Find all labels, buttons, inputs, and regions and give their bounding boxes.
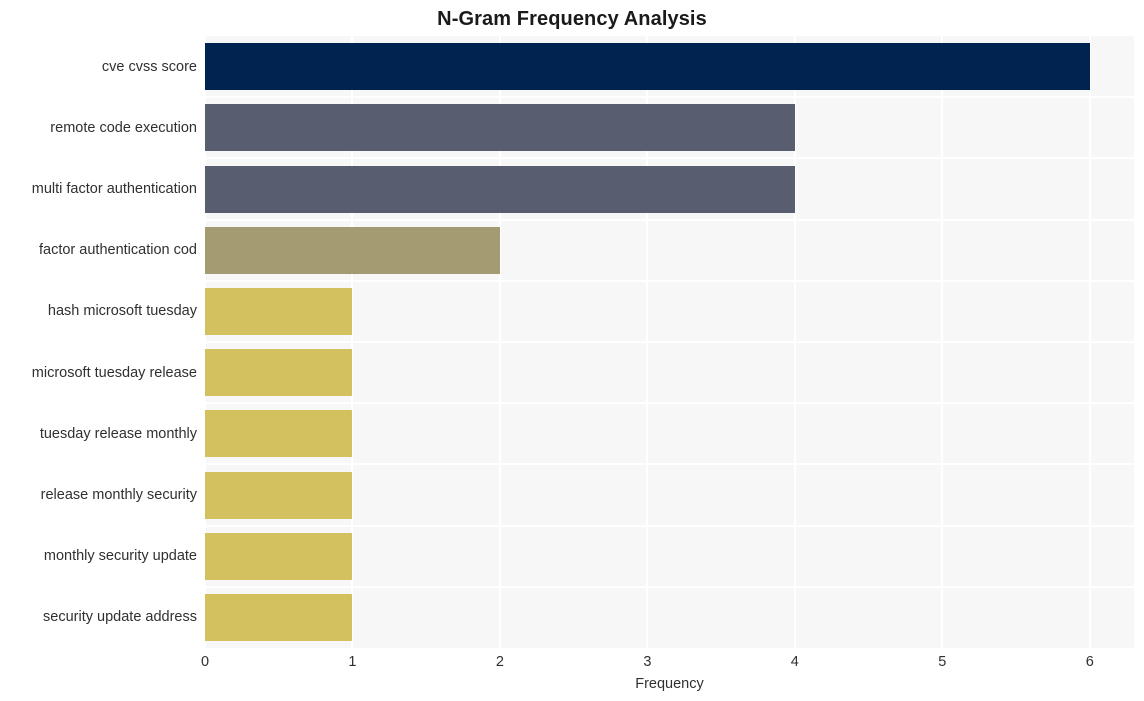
plot-area	[205, 36, 1134, 648]
bar	[205, 593, 353, 641]
bar	[205, 226, 500, 274]
bar	[205, 349, 353, 397]
bar	[205, 165, 795, 213]
gridline-horizontal	[205, 463, 1134, 466]
chart-title: N-Gram Frequency Analysis	[437, 8, 707, 30]
gridline-horizontal	[205, 341, 1134, 343]
x-axis-tick-label: 1	[348, 654, 357, 670]
y-axis-tick-label: security update address	[43, 609, 197, 626]
y-axis-tick-label: multi factor authentication	[31, 181, 197, 197]
gridline-horizontal	[205, 524, 1134, 527]
bar	[205, 287, 353, 335]
x-axis-tick-label: 2	[495, 654, 504, 670]
x-axis-title: Frequency	[635, 676, 704, 692]
ngram-frequency-bar-chart: N-Gram Frequency Analysis cve cvss score…	[0, 0, 1144, 701]
gridline-horizontal	[205, 279, 1134, 282]
gridline-horizontal	[205, 157, 1134, 160]
gridline-horizontal	[205, 96, 1134, 99]
y-axis-tick-label: factor authentication cod	[39, 242, 197, 259]
x-axis-tick-label: 4	[790, 654, 799, 670]
y-axis-tick-label: tuesday release monthly	[39, 425, 197, 442]
bar	[205, 410, 353, 458]
x-axis-tick-label: 5	[938, 654, 947, 670]
y-axis-labels: cve cvss score remote code execution multi…	[0, 36, 197, 648]
y-axis-tick-label: release monthly security	[40, 487, 197, 503]
x-axis-tick-label: 6	[1085, 654, 1094, 670]
y-axis-tick-label: monthly security update	[43, 548, 197, 565]
y-axis-tick-label: remote code execution	[50, 119, 197, 136]
bar	[205, 471, 353, 519]
bar	[205, 532, 353, 580]
bar	[205, 43, 1090, 91]
gridline-horizontal	[205, 585, 1134, 588]
gridline-horizontal	[205, 218, 1134, 221]
y-axis-tick-label: cve cvss score	[101, 58, 197, 75]
y-axis-tick-label: hash microsoft tuesday	[47, 303, 197, 320]
gridline-horizontal	[205, 402, 1134, 405]
y-axis-tick-label: microsoft tuesday release	[31, 364, 197, 381]
bar	[205, 104, 795, 152]
x-axis-tick-label: 0	[200, 654, 210, 670]
x-axis-tick-label: 3	[643, 654, 652, 670]
